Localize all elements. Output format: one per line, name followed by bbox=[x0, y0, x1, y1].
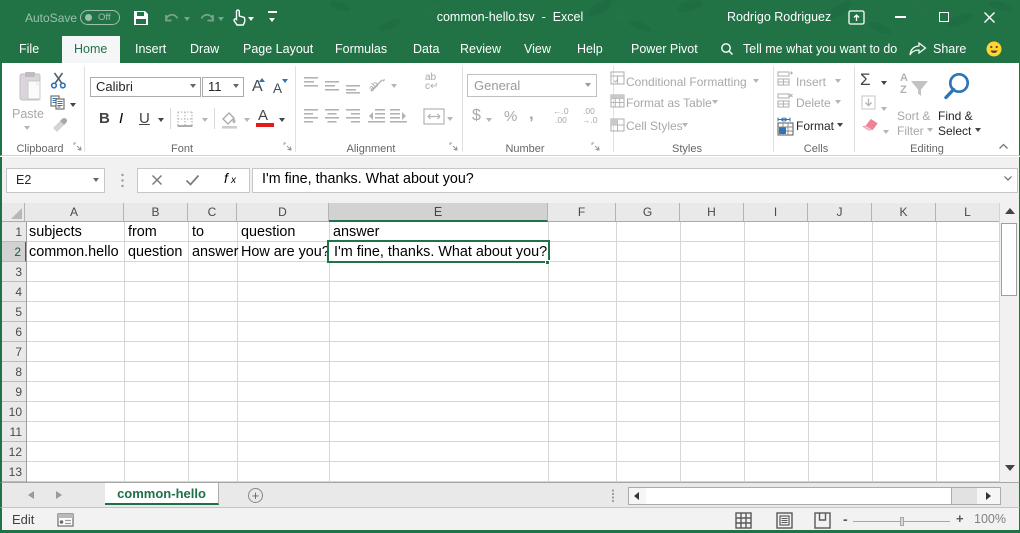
svg-text:ab: ab bbox=[368, 79, 380, 93]
